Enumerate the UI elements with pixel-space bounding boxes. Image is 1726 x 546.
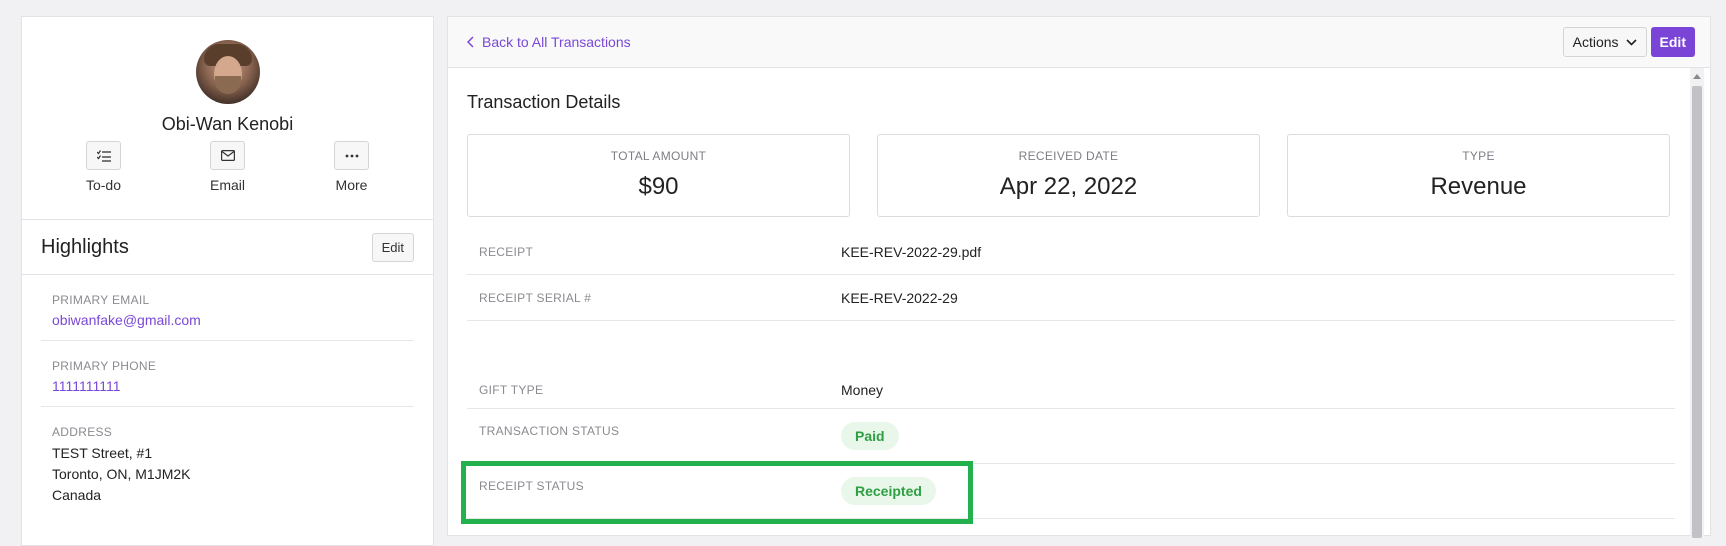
receipt-label: RECEIPT	[479, 244, 534, 259]
primary-phone-label: PRIMARY PHONE	[52, 359, 157, 373]
highlights-header: Highlights Edit	[22, 220, 433, 275]
highlights-list: PRIMARY EMAIL obiwanfake@gmail.com PRIMA…	[22, 275, 433, 518]
checklist-icon	[96, 149, 111, 162]
transaction-status-label: TRANSACTION STATUS	[479, 424, 620, 438]
transaction-panel: Back to All Transactions Actions Edit Tr…	[447, 16, 1711, 538]
receipt-file-link[interactable]: KEE-REV-2022-29.pdf	[841, 244, 981, 260]
more-action[interactable]: More	[290, 141, 414, 193]
address-line: TEST Street, #1	[52, 445, 153, 461]
todo-action[interactable]: To-do	[42, 141, 166, 193]
ellipsis-icon	[345, 154, 358, 157]
quick-actions: To-do Email More	[42, 141, 414, 193]
back-to-transactions-link[interactable]: Back to All Transactions	[467, 34, 631, 50]
total-amount-card: TOTAL AMOUNT $90	[467, 134, 850, 217]
stat-label: RECEIVED DATE	[1018, 149, 1119, 163]
edit-transaction-button[interactable]: Edit	[1650, 27, 1695, 57]
todo-button[interactable]	[86, 141, 121, 170]
primary-email-item: PRIMARY EMAIL obiwanfake@gmail.com	[41, 275, 414, 341]
stat-value: Revenue	[1430, 173, 1527, 200]
stat-value: Apr 22, 2022	[999, 173, 1138, 200]
address-line: Canada	[52, 487, 102, 503]
address-label: ADDRESS	[52, 425, 113, 439]
scrollbar-thumb[interactable]	[1692, 86, 1702, 538]
highlights-edit-button[interactable]: Edit	[371, 232, 414, 262]
receipt-serial-value: KEE-REV-2022-29	[841, 289, 958, 306]
scrollbar[interactable]	[1690, 68, 1704, 538]
contact-name: Obi-Wan Kenobi	[161, 114, 294, 134]
received-date-card: RECEIVED DATE Apr 22, 2022	[877, 134, 1260, 217]
receipt-serial-row: RECEIPT SERIAL # KEE-REV-2022-29	[467, 275, 1675, 321]
page-title: Transaction Details	[467, 92, 621, 112]
gift-type-label: GIFT TYPE	[479, 382, 544, 397]
more-button[interactable]	[334, 141, 369, 170]
transaction-toolbar: Back to All Transactions Actions Edit	[448, 17, 1710, 68]
receipt-serial-label: RECEIPT SERIAL #	[479, 290, 592, 305]
actions-label: Actions	[1572, 34, 1619, 50]
transaction-status-badge: Paid	[841, 422, 899, 450]
highlights-title: Highlights	[41, 235, 129, 258]
email-action[interactable]: Email	[166, 141, 290, 193]
primary-phone-item: PRIMARY PHONE 1111111111	[41, 341, 414, 407]
mail-icon	[220, 150, 235, 161]
actions-dropdown-button[interactable]: Actions	[1562, 27, 1647, 57]
gift-type-value: Money	[841, 381, 884, 398]
summary-cards: TOTAL AMOUNT $90 RECEIVED DATE Apr 22, 2…	[467, 134, 1670, 217]
stat-label: TOTAL AMOUNT	[610, 149, 707, 163]
address-item: ADDRESS TEST Street, #1 Toronto, ON, M1J…	[41, 407, 414, 518]
highlight-annotation-box	[461, 461, 973, 524]
type-card: TYPE Revenue	[1287, 134, 1670, 217]
email-button[interactable]	[210, 141, 245, 170]
back-link-label: Back to All Transactions	[482, 34, 631, 50]
avatar[interactable]	[195, 40, 260, 104]
gift-type-row: GIFT TYPE Money	[467, 365, 1675, 409]
primary-phone-link[interactable]: 1111111111	[52, 378, 403, 394]
todo-label: To-do	[85, 177, 122, 193]
contact-sidebar: Obi-Wan Kenobi To-do Email More Highligh…	[21, 16, 434, 546]
address-line: Toronto, ON, M1JM2K	[52, 466, 191, 482]
chevron-down-icon	[1625, 38, 1637, 46]
primary-email-link[interactable]: obiwanfake@gmail.com	[52, 312, 403, 328]
stat-label: TYPE	[1462, 149, 1495, 163]
profile-header: Obi-Wan Kenobi To-do Email More	[22, 17, 433, 220]
chevron-left-icon	[467, 36, 474, 48]
transaction-status-row: TRANSACTION STATUS Paid	[467, 409, 1675, 464]
email-label: Email	[209, 177, 245, 193]
more-label: More	[335, 177, 368, 193]
stat-value: $90	[638, 173, 679, 200]
receipt-row: RECEIPT KEE-REV-2022-29.pdf	[467, 229, 1675, 275]
primary-email-label: PRIMARY EMAIL	[52, 293, 150, 307]
spacer-row	[467, 321, 1675, 365]
scroll-up-arrow-icon[interactable]	[1693, 74, 1701, 79]
